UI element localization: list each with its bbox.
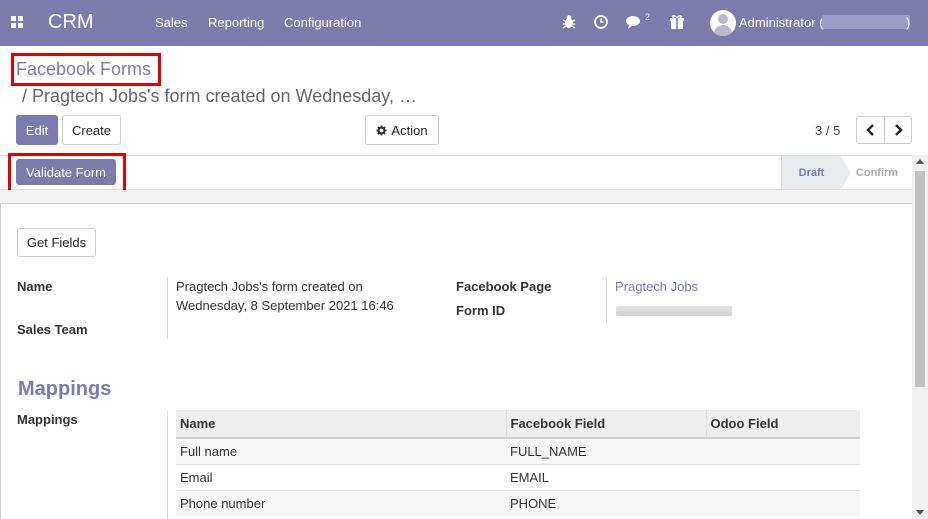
table-row[interactable]: Full name FULL_NAME — [176, 437, 860, 464]
action-label: Action — [391, 122, 428, 138]
name-value-line1: Pragtech Jobs's form created on — [176, 279, 363, 294]
cell-name: Phone number — [176, 489, 506, 516]
redacted-form-id — [616, 306, 732, 316]
form-statusbar: Validate Form Draft Confirm — [0, 155, 912, 190]
breadcrumb-current-record: / Pragtech Jobs's form created on Wednes… — [22, 86, 417, 106]
field-separator — [167, 410, 168, 519]
gift-icon[interactable] — [668, 13, 686, 31]
user-name-close: ) — [906, 15, 911, 30]
facebook-page-link[interactable]: Pragtech Jobs — [615, 277, 698, 296]
cell-name: Email — [176, 463, 506, 490]
column-header-name[interactable]: Name — [176, 410, 506, 439]
scroll-down-arrow-icon[interactable] — [916, 510, 924, 515]
pager-previous-button[interactable] — [856, 116, 885, 144]
sales-team-label: Sales Team — [17, 322, 88, 337]
chat-count-badge: 2 — [645, 12, 651, 22]
cell-name: Full name — [176, 437, 506, 464]
mappings-label: Mappings — [17, 412, 78, 427]
user-name[interactable]: Administrator ( — [739, 15, 824, 30]
pager-value[interactable]: 3 / 5 — [815, 123, 840, 138]
gear-icon — [376, 124, 387, 136]
cell-odoo-field — [706, 463, 860, 490]
table-row[interactable]: Phone number PHONE — [176, 489, 860, 516]
create-button[interactable]: Create — [62, 115, 121, 145]
top-navbar: CRM Sales Reporting Configuration 2 Admi… — [0, 0, 928, 46]
apps-icon[interactable] — [11, 16, 23, 28]
column-header-odoo-field[interactable]: Odoo Field — [705, 410, 860, 439]
scroll-up-arrow-icon[interactable] — [916, 159, 924, 164]
get-fields-button[interactable]: Get Fields — [17, 228, 96, 257]
status-confirm[interactable]: Confirm — [852, 156, 902, 189]
user-avatar[interactable] — [710, 10, 736, 36]
pager-next-button[interactable] — [884, 116, 912, 144]
chevron-right-icon — [895, 124, 903, 136]
field-separator — [606, 277, 607, 325]
cell-facebook-field: EMAIL — [506, 463, 706, 490]
clock-icon[interactable] — [592, 13, 610, 31]
cell-facebook-field: FULL_NAME — [506, 437, 706, 464]
menu-reporting[interactable]: Reporting — [208, 15, 264, 30]
column-header-facebook-field[interactable]: Facebook Field — [505, 410, 706, 439]
mappings-table: Name Facebook Field Odoo Field Full name… — [176, 410, 860, 516]
cell-odoo-field — [706, 489, 860, 516]
scrollbar-thumb[interactable] — [915, 171, 925, 387]
form-id-label: Form ID — [456, 303, 506, 318]
chat-icon[interactable] — [625, 13, 643, 31]
table-row[interactable]: Email EMAIL — [176, 463, 860, 490]
menu-configuration[interactable]: Configuration — [284, 15, 361, 30]
cell-facebook-field: PHONE — [506, 489, 706, 516]
name-label: Name — [17, 279, 53, 294]
status-draft[interactable]: Draft — [781, 156, 851, 189]
facebook-page-label: Facebook Page — [456, 279, 552, 294]
name-value-line2: Wednesday, 8 September 2021 16:46 — [176, 298, 394, 313]
cell-odoo-field — [706, 437, 860, 464]
bug-icon[interactable] — [560, 13, 578, 31]
mappings-section-title: Mappings — [18, 378, 112, 400]
chevron-left-icon — [865, 124, 874, 136]
vertical-scrollbar[interactable] — [912, 155, 928, 519]
app-brand[interactable]: CRM — [48, 11, 94, 34]
redacted-db-name — [822, 15, 910, 29]
edit-button[interactable]: Edit — [16, 115, 58, 145]
field-separator — [167, 277, 168, 339]
action-button[interactable]: Action — [365, 115, 439, 145]
highlight-box-breadcrumb — [11, 53, 161, 86]
menu-sales[interactable]: Sales — [155, 15, 188, 30]
